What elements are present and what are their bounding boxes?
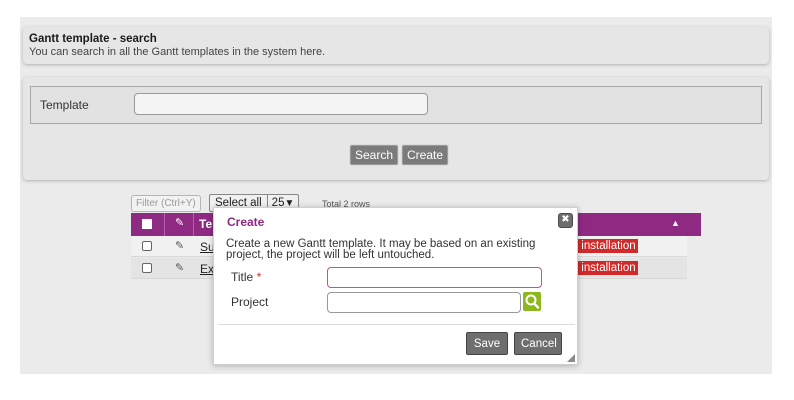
- save-button[interactable]: Save: [466, 332, 508, 355]
- project-field-label: Project: [231, 295, 269, 309]
- pencil-icon[interactable]: ✎: [175, 239, 184, 252]
- column-divider: [164, 213, 165, 236]
- column-divider: [193, 213, 194, 236]
- page-title: Gantt template - search: [29, 33, 157, 45]
- page-header: Gantt template - search You can search i…: [23, 27, 769, 64]
- status-badge: ll installation: [571, 261, 638, 275]
- search-criteria-row: Template: [30, 86, 762, 124]
- select-all-checkbox[interactable]: [142, 219, 152, 229]
- title-input[interactable]: [327, 267, 542, 288]
- pencil-icon: ✎: [175, 217, 185, 229]
- project-input[interactable]: [327, 292, 521, 313]
- create-dialog: Create ✖ Create a new Gantt template. It…: [213, 207, 578, 365]
- search-icon: [525, 294, 540, 309]
- create-button[interactable]: Create: [402, 145, 449, 165]
- pencil-icon[interactable]: ✎: [175, 261, 184, 274]
- project-lookup-button[interactable]: [523, 292, 541, 311]
- row-checkbox[interactable]: [142, 263, 152, 273]
- dialog-description: Create a new Gantt template. It may be b…: [226, 238, 536, 261]
- row-checkbox[interactable]: [142, 241, 152, 251]
- status-badge: ll installation: [571, 239, 638, 253]
- cancel-button[interactable]: Cancel: [514, 332, 562, 355]
- template-label: Template: [40, 98, 89, 112]
- dialog-title: Create: [227, 215, 265, 229]
- row-template-link[interactable]: Ex: [200, 262, 214, 276]
- title-field-label: Title *: [231, 270, 261, 284]
- page-subtitle: You can search in all the Gantt template…: [29, 46, 326, 58]
- sort-asc-icon[interactable]: ▲: [671, 218, 680, 228]
- search-panel: Template Search Create: [23, 77, 769, 180]
- title-label-text: Title: [231, 270, 254, 284]
- filter-input[interactable]: Filter (Ctrl+Y): [131, 195, 201, 212]
- search-button[interactable]: Search: [350, 145, 399, 165]
- close-icon[interactable]: ✖: [558, 213, 573, 228]
- required-mark: *: [256, 270, 262, 284]
- dialog-divider: [218, 324, 575, 325]
- resize-grip-icon[interactable]: [567, 354, 575, 362]
- template-search-input[interactable]: [134, 93, 428, 115]
- column-header-template[interactable]: Te: [199, 217, 212, 231]
